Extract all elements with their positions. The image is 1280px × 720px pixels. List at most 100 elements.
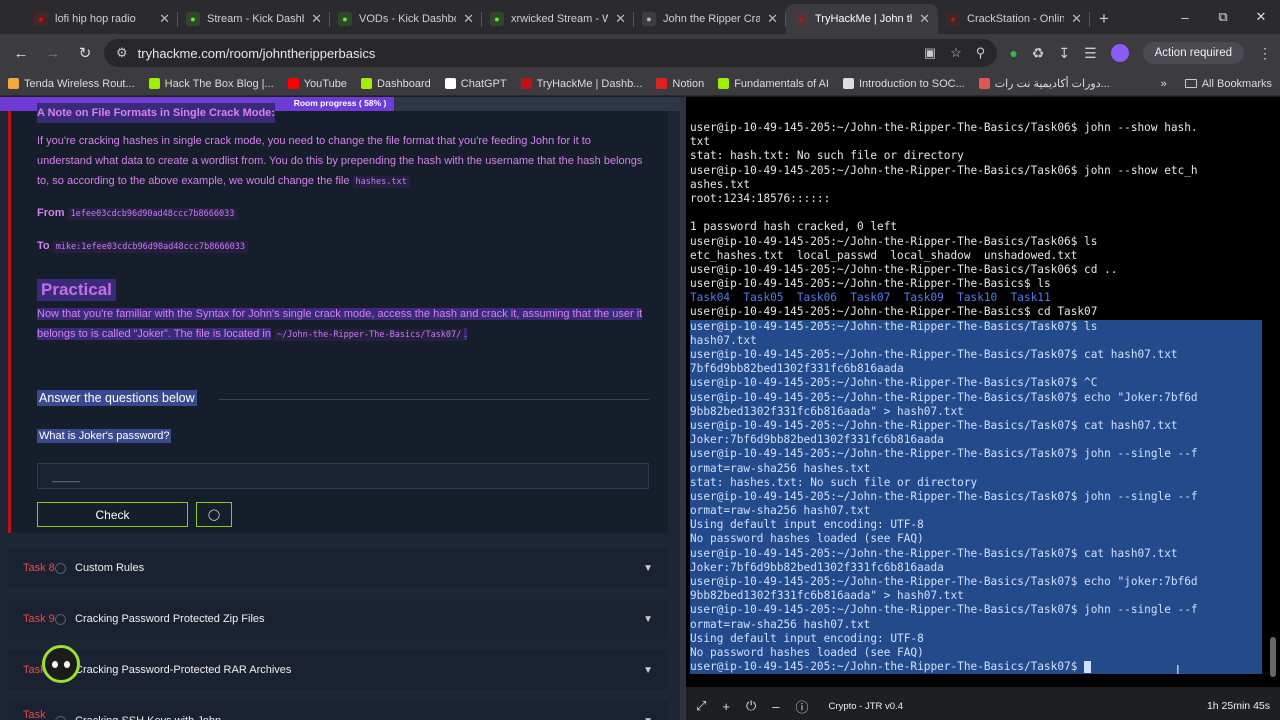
minus-icon[interactable]: – <box>772 699 779 714</box>
window-controls: – ⧉ ✕ <box>1166 0 1280 34</box>
terminal-line-text: root:1234:18576:::::: <box>690 191 831 205</box>
terminal-line: Using default input encoding: UTF-8 <box>690 631 1262 646</box>
kick-icon: ● <box>338 12 352 26</box>
task-status-circle-icon <box>55 562 66 574</box>
hint-button[interactable]: ◯ <box>196 502 232 527</box>
terminal-line-text: 9bb82bed1302f331fc6b816aada" > hash07.tx… <box>690 589 964 603</box>
bookmark-favicon-icon <box>8 78 19 89</box>
bookmark-item[interactable]: Notion <box>656 78 704 90</box>
back-button[interactable]: ← <box>8 40 34 66</box>
bookmark-favicon-icon <box>656 78 668 89</box>
terminal-line: user@ip-10-49-145-205:~/John-the-Ripper-… <box>690 263 1262 277</box>
terminal-line: user@ip-10-49-145-205:~/John-the-Ripper-… <box>690 489 1262 505</box>
terminal-scrollbar[interactable] <box>1270 637 1276 677</box>
bookmark-item[interactable]: دورات أكاديمية نت رات... <box>978 77 1110 90</box>
bookmarks-bar: Tenda Wireless Rout... Hack The Box Blog … <box>0 72 1280 96</box>
browser-tab[interactable]: ● xrwicked Stream - W ✕ <box>482 4 634 34</box>
download-icon[interactable]: ↧ <box>1058 45 1070 62</box>
to-line: To mike:1efee03cdcb96d90ad48ccc7b8666033 <box>37 236 249 257</box>
browser-tab[interactable]: ● CrackStation - Online ✕ <box>938 4 1090 34</box>
bookmark-star-icon[interactable]: ☆ <box>950 45 962 61</box>
practical-heading: Practical <box>37 279 116 301</box>
bookmark-favicon-icon <box>842 78 854 89</box>
task-number: Task 8 <box>23 562 55 574</box>
bookmark-item[interactable]: ChatGPT <box>444 77 507 90</box>
chevron-down-icon[interactable]: ▼ <box>643 716 653 720</box>
bookmark-item[interactable]: Introduction to SOC... <box>842 78 965 90</box>
terminal-line-text: user@ip-10-49-145-205:~/John-the-Ripper-… <box>690 546 1178 560</box>
chevron-down-icon[interactable]: ▼ <box>643 665 653 676</box>
extension-badge-icon[interactable]: ● <box>1009 45 1017 61</box>
browser-tab[interactable]: ● VODs - Kick Dashboar ✕ <box>330 4 482 34</box>
close-tab-icon[interactable]: ✕ <box>919 11 930 27</box>
chevron-down-icon[interactable]: ▼ <box>643 563 653 574</box>
all-bookmarks-button[interactable]: All Bookmarks <box>1184 78 1272 90</box>
bookmark-item[interactable]: Tenda Wireless Rout... <box>8 78 135 90</box>
task-row[interactable]: Task 9 Cracking Password Protected Zip F… <box>8 599 668 639</box>
power-icon[interactable]: ⏻ <box>746 698 756 714</box>
terminal-line-text: stat: hash.txt: No such file or director… <box>690 149 964 163</box>
tab-title: Stream - Kick Dashbo <box>207 13 305 25</box>
close-tab-icon[interactable]: ✕ <box>1071 11 1082 27</box>
close-tab-icon[interactable]: ✕ <box>767 11 778 27</box>
bookmark-item[interactable]: Hack The Box Blog |... <box>148 78 274 90</box>
fullscreen-icon[interactable]: ⤢ <box>696 698 706 714</box>
bookmark-item[interactable]: Dashboard <box>360 78 431 90</box>
browser-tab[interactable]: ● lofi hip hop radio ✕ <box>26 4 178 34</box>
terminal-line: root:1234:18576:::::: <box>690 192 1262 206</box>
install-app-icon[interactable]: ▣ <box>924 45 936 61</box>
task-row[interactable]: Task 11 Cracking SSH Keys with John ▼ <box>8 701 668 720</box>
bookmark-label: ChatGPT <box>460 77 507 90</box>
terminal-line-text: ormat=raw-sha256 hash07.txt <box>690 504 871 518</box>
terminal-line: user@ip-10-49-145-205:~/John-the-Ripper-… <box>690 235 1262 249</box>
terminal-output[interactable]: user@ip-10-49-145-205:~/John-the-Ripper-… <box>690 121 1262 675</box>
check-button[interactable]: Check <box>37 502 188 527</box>
room-content-pane: Room progress ( 58% ) A Note on File For… <box>0 97 680 720</box>
terminal-line: user@ip-10-49-145-205:~/John-the-Ripper-… <box>690 121 1262 135</box>
answer-input[interactable]: _____ <box>37 463 649 489</box>
close-tab-icon[interactable]: ✕ <box>615 11 626 27</box>
reload-button[interactable]: ↻ <box>72 40 98 66</box>
profile-avatar[interactable] <box>1110 44 1129 62</box>
action-required-button[interactable]: Action required <box>1142 42 1244 64</box>
terminal-line: user@ip-10-49-145-205:~/John-the-Ripper-… <box>690 390 1262 405</box>
add-icon[interactable]: + <box>722 699 730 714</box>
browser-tab[interactable]: ● TryHackMe | John the ✕ <box>786 4 938 34</box>
bookmark-label: YouTube <box>303 77 347 90</box>
bookmarks-overflow-icon[interactable]: » <box>1161 78 1167 90</box>
terminal-line-text: 7bf6d9bb82bed1302f331fc6b816aada <box>690 362 904 376</box>
close-tab-icon[interactable]: ✕ <box>463 11 474 27</box>
forward-button[interactable]: → <box>40 40 66 66</box>
info-icon[interactable]: ⓘ <box>796 697 809 716</box>
bookmark-item[interactable]: TryHackMe | Dashb... <box>520 78 642 90</box>
terminal-line: user@ip-10-49-145-205:~/John-the-Ripper-… <box>690 305 1262 319</box>
task-status-circle-icon <box>55 613 66 625</box>
address-bar[interactable]: ⚙ tryhackme.com/room/johntheripperbasics… <box>104 39 998 67</box>
tryhackme-mascot-icon[interactable] <box>42 645 80 683</box>
terminal-window[interactable]: user@ip-10-49-145-205:~/John-the-Ripper-… <box>686 97 1280 687</box>
task-row[interactable]: Task 8 Custom Rules ▼ <box>8 548 668 588</box>
terminal-line-text: user@ip-10-49-145-205:~/John-the-Ripper-… <box>690 418 1178 432</box>
media-controls-icon[interactable]: ☰ <box>1084 45 1097 62</box>
site-info-icon[interactable]: ⚙ <box>116 45 128 61</box>
task-row[interactable]: Task Cracking Password-Protected RAR Arc… <box>8 650 668 690</box>
terminal-line: user@ip-10-49-145-205:~/John-the-Ripper-… <box>690 319 1262 334</box>
bookmark-item[interactable]: Fundamentals of AI <box>718 78 829 90</box>
terminal-line: ormat=raw-sha256 hashes.txt <box>690 461 1262 476</box>
bookmark-favicon-icon <box>360 78 372 89</box>
chevron-down-icon[interactable]: ▼ <box>643 614 653 625</box>
extensions-puzzle-icon[interactable]: ♻ <box>1032 45 1045 62</box>
browser-tab[interactable]: ● Stream - Kick Dashbo ✕ <box>178 4 330 34</box>
close-tab-icon[interactable]: ✕ <box>311 11 322 27</box>
restore-icon[interactable]: ⧉ <box>1204 0 1242 34</box>
close-tab-icon[interactable]: ✕ <box>159 11 170 27</box>
close-window-icon[interactable]: ✕ <box>1242 0 1280 34</box>
bookmark-item[interactable]: YouTube <box>287 77 347 90</box>
browser-menu-icon[interactable]: ⋮ <box>1258 45 1272 62</box>
terminal-line: Task04 Task05 Task06 Task07 Task09 Task1… <box>690 291 1262 305</box>
new-tab-button[interactable]: + <box>1090 4 1118 34</box>
browser-tab[interactable]: ● John the Ripper Crac ✕ <box>634 4 786 34</box>
zoom-icon[interactable]: ⚲ <box>976 45 986 61</box>
terminal-line: user@ip-10-49-145-205:~/John-the-Ripper-… <box>690 164 1262 178</box>
minimize-icon[interactable]: – <box>1166 0 1204 34</box>
